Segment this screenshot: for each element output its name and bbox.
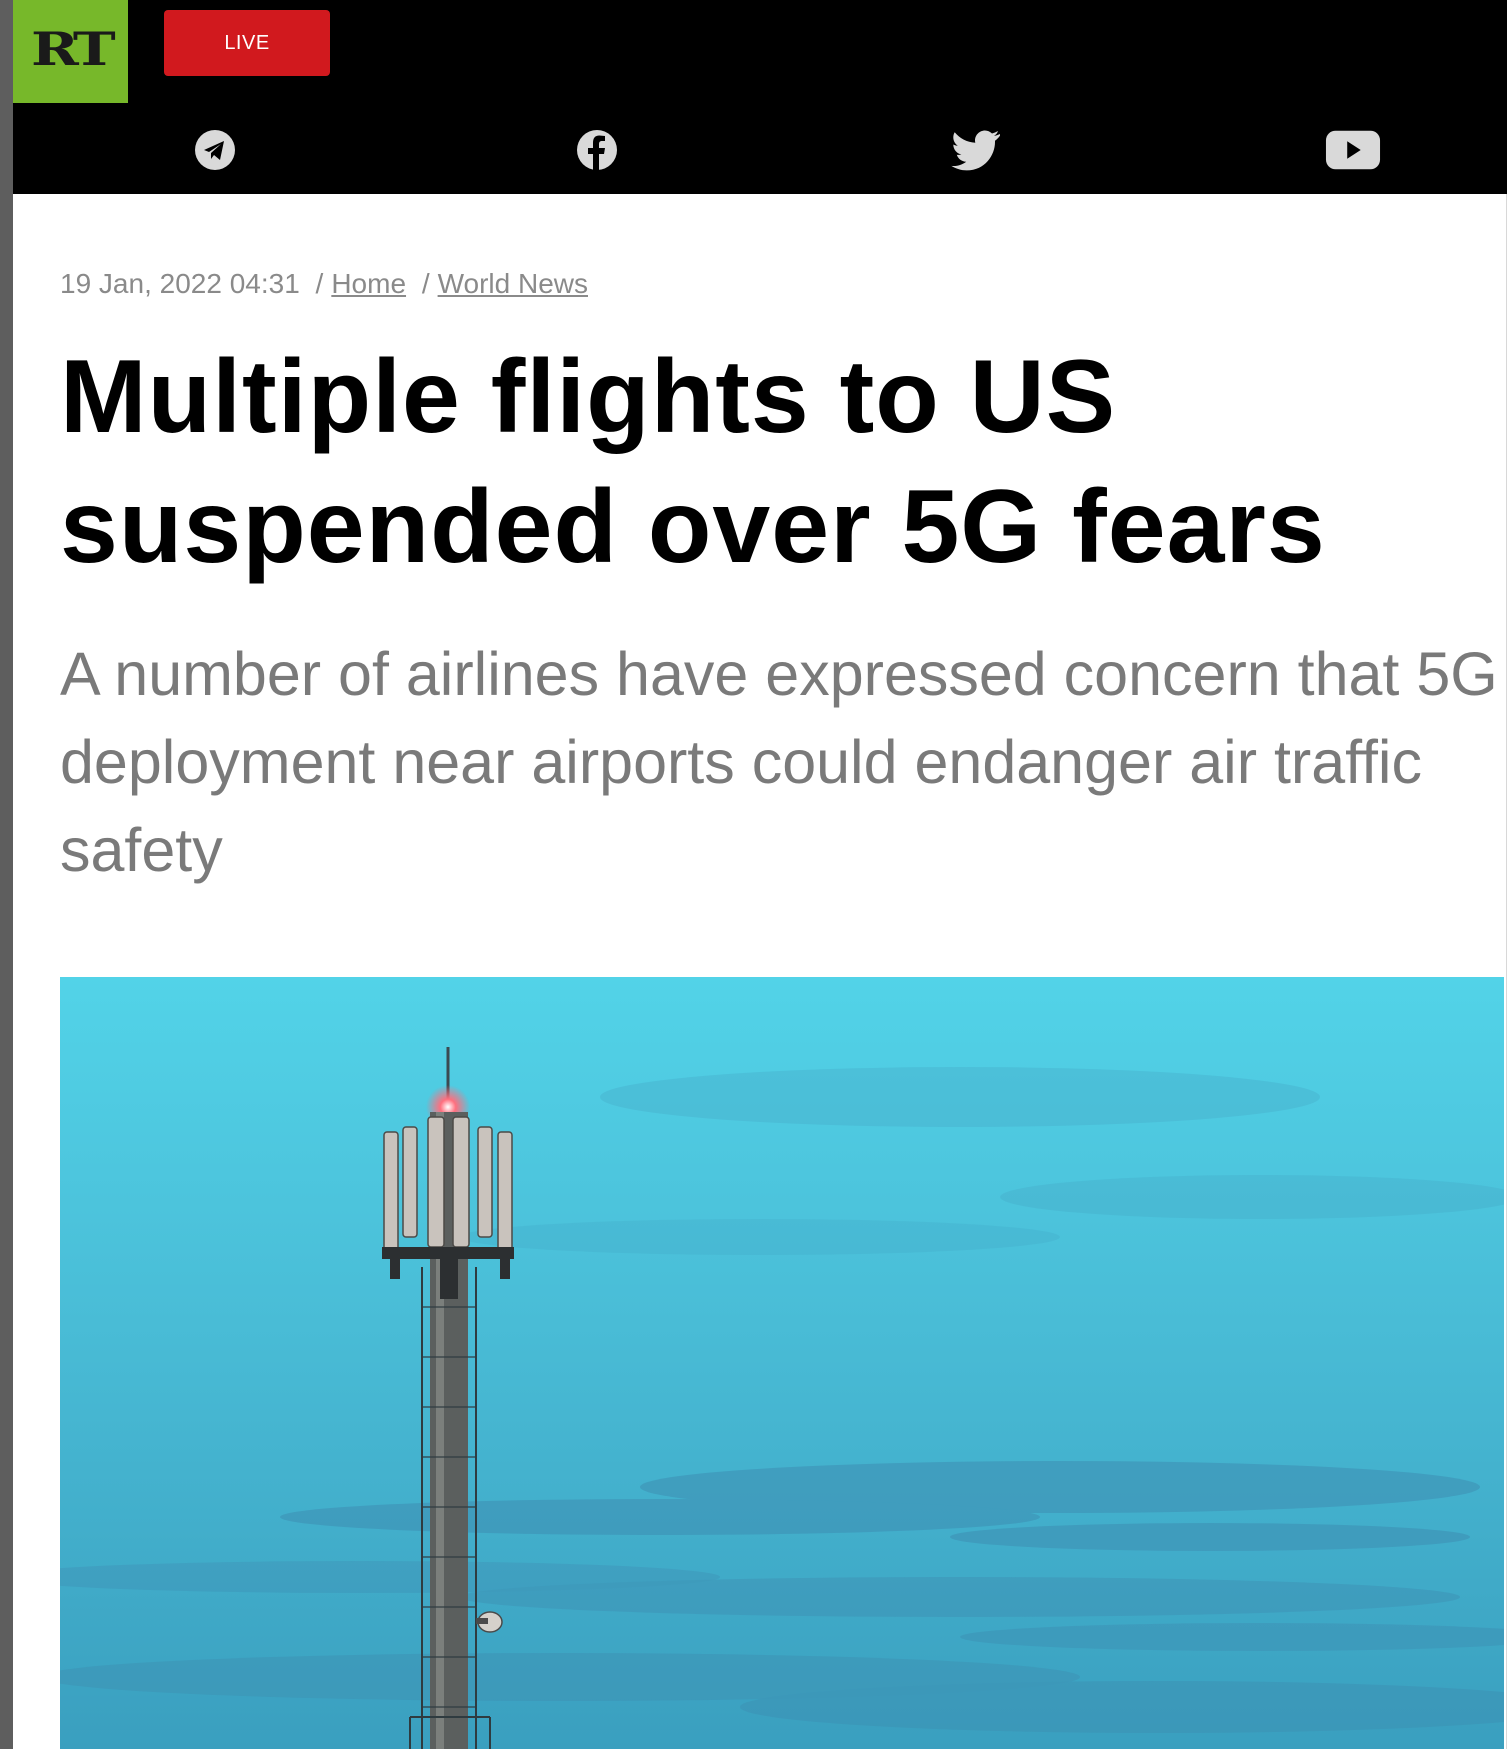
article-title: Multiple flights to US suspended over 5G… bbox=[60, 339, 1326, 585]
cell-tower-photo bbox=[60, 977, 1504, 1749]
page: RT LIVE 19 Jan, 2022 04:31 / Home / Worl… bbox=[0, 0, 1507, 1749]
live-button[interactable]: LIVE bbox=[164, 10, 330, 76]
youtube-link[interactable] bbox=[1325, 122, 1381, 178]
social-links bbox=[13, 122, 1507, 178]
breadcrumb-separator: / bbox=[315, 268, 324, 299]
breadcrumb-separator: / bbox=[421, 268, 430, 299]
article-meta: 19 Jan, 2022 04:31 /Home / World News bbox=[60, 268, 588, 300]
article-summary: A number of airlines have expressed conc… bbox=[60, 640, 1498, 884]
rt-logo[interactable]: RT bbox=[13, 0, 128, 103]
logo-text: RT bbox=[30, 21, 116, 76]
top-navigation-bar: RT LIVE bbox=[13, 0, 1507, 194]
breadcrumb-world-news[interactable]: World News bbox=[438, 268, 588, 299]
breadcrumb-home[interactable]: Home bbox=[331, 268, 406, 299]
telegram-link[interactable] bbox=[187, 122, 243, 178]
telegram-icon bbox=[195, 130, 235, 170]
twitter-link[interactable] bbox=[948, 122, 1004, 178]
twitter-icon bbox=[951, 130, 1000, 171]
youtube-icon bbox=[1325, 130, 1381, 170]
facebook-link[interactable] bbox=[569, 122, 625, 178]
facebook-icon bbox=[577, 130, 617, 170]
window-edge bbox=[0, 0, 13, 1749]
article-hero-image[interactable] bbox=[60, 977, 1504, 1749]
publish-date: 19 Jan, 2022 04:31 bbox=[60, 268, 300, 299]
